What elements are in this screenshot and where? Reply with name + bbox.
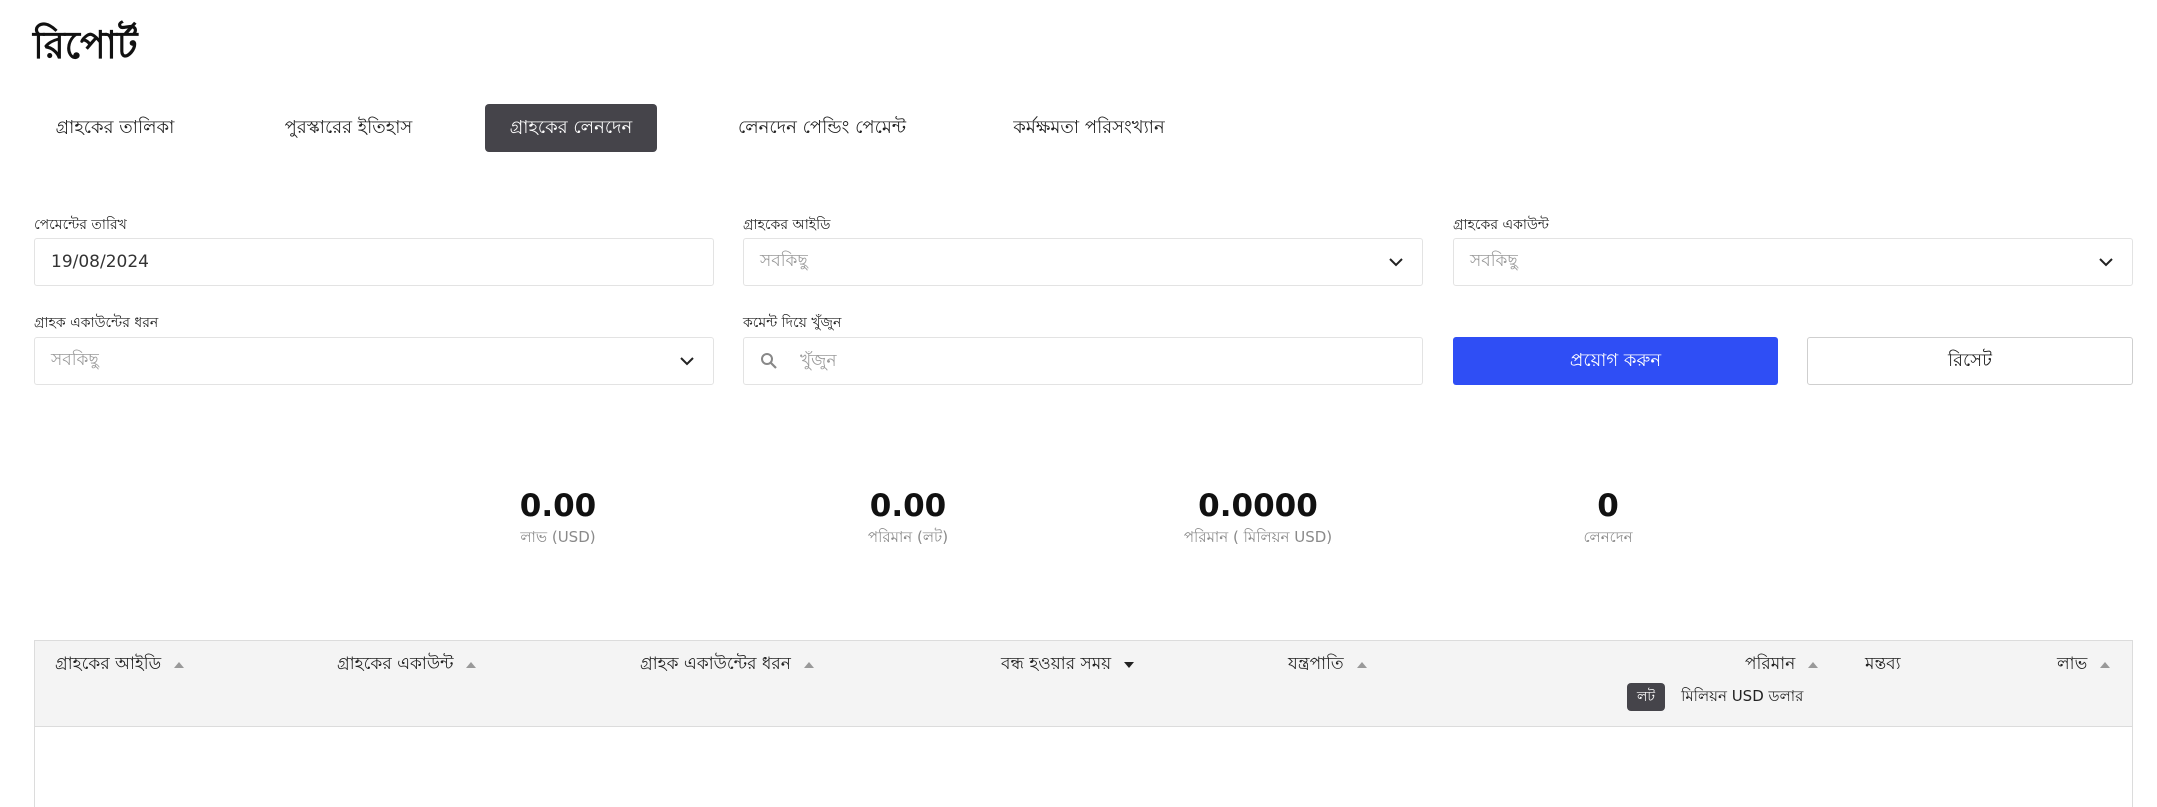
client-id-select[interactable]: সবকিছু	[743, 238, 1423, 286]
chevron-down-icon	[680, 357, 694, 366]
unit-lot-badge[interactable]: লট	[1627, 683, 1666, 711]
client-id-placeholder: সবকিছু	[760, 251, 808, 271]
payment-date-value: 19/08/2024	[51, 252, 149, 272]
tab-client-transactions[interactable]: গ্রাহকের লেনদেন	[485, 104, 657, 152]
column-label: লাভ	[2057, 654, 2088, 674]
column-header-client-id[interactable]: গ্রাহকের আইডি	[55, 651, 185, 679]
client-account-label: গ্রাহকের একাউন্ট	[1453, 217, 1549, 233]
stat-profit-label: লাভ (USD)	[520, 528, 596, 546]
chevron-down-icon	[2099, 258, 2113, 267]
column-header-instrument[interactable]: যন্ত্রপাতি	[1288, 651, 1368, 679]
column-header-profit[interactable]: লাভ	[2057, 651, 2111, 679]
payment-date-label: পেমেন্টের তারিখ	[34, 217, 127, 233]
report-tabs: গ্রাহকের তালিকা পুরস্কারের ইতিহাস গ্রাহক…	[34, 104, 1171, 152]
comment-search-field[interactable]	[743, 337, 1423, 385]
unit-million-usd[interactable]: মিলিয়ন USD ডলার	[1681, 685, 1803, 710]
account-type-placeholder: সবকিছু	[51, 350, 99, 370]
client-id-label: গ্রাহকের আইডি	[743, 217, 831, 233]
column-label: গ্রাহক একাউন্টের ধরন	[640, 654, 791, 674]
stat-profit: 0.00 লাভ (USD)	[458, 488, 658, 551]
stat-volume-lot: 0.00 পরিমান (লট)	[808, 488, 1008, 551]
stat-profit-value: 0.00	[519, 488, 597, 524]
apply-button[interactable]: প্রয়োগ করুন	[1453, 337, 1778, 385]
sort-asc-icon	[174, 662, 185, 668]
client-account-select[interactable]: সবকিছু	[1453, 238, 2133, 286]
page-title: রিপোর্ট	[33, 23, 138, 67]
comment-search-input[interactable]	[800, 351, 1406, 371]
search-icon	[761, 353, 777, 369]
column-header-client-account[interactable]: গ্রাহকের একাউন্ট	[337, 651, 477, 679]
volume-unit-toggle: লট মিলিয়ন USD ডলার	[1627, 683, 1803, 711]
sort-asc-icon	[1808, 662, 1819, 668]
transactions-table: গ্রাহকের আইডি গ্রাহকের একাউন্ট গ্রাহক এক…	[34, 640, 2133, 807]
column-header-close-time[interactable]: বন্ধ হওয়ার সময়	[1001, 651, 1135, 679]
tab-pending-payment[interactable]: লেনদেন পেন্ডিং পেমেন্ট	[714, 104, 930, 152]
column-label: বন্ধ হওয়ার সময়	[1001, 654, 1112, 674]
sort-asc-icon	[803, 662, 814, 668]
stat-volume-lot-value: 0.00	[869, 488, 947, 524]
tab-reward-history[interactable]: পুরস্কারের ইতিহাস	[266, 104, 431, 152]
column-label: যন্ত্রপাতি	[1288, 654, 1344, 674]
account-type-label: গ্রাহক একাউন্টের ধরন	[34, 315, 159, 331]
column-label: মন্তব্য	[1865, 654, 1901, 674]
sort-asc-icon	[466, 662, 477, 668]
chevron-down-icon	[1389, 258, 1403, 267]
sort-asc-icon	[2100, 662, 2111, 668]
sort-desc-icon	[1124, 662, 1135, 668]
stat-volume-musd-value: 0.0000	[1198, 488, 1318, 524]
comment-search-label: কমেন্ট দিয়ে খুঁজুন	[743, 315, 842, 331]
column-label: পরিমান	[1745, 654, 1796, 674]
column-label: গ্রাহকের আইডি	[55, 654, 162, 674]
reset-button[interactable]: রিসেট	[1807, 337, 2133, 385]
column-header-comment: মন্তব্য	[1865, 651, 1901, 679]
account-type-select[interactable]: সবকিছু	[34, 337, 714, 385]
stat-transactions-label: লেনদেন	[1583, 528, 1633, 546]
table-header: গ্রাহকের আইডি গ্রাহকের একাউন্ট গ্রাহক এক…	[35, 641, 2132, 727]
stat-transactions-value: 0	[1597, 488, 1619, 524]
stat-volume-lot-label: পরিমান (লট)	[867, 528, 949, 546]
tab-performance-stats[interactable]: কর্মক্ষমতা পরিসংখ্যান	[1007, 104, 1171, 152]
stat-volume-musd-label: পরিমান ( মিলিয়ন USD)	[1183, 528, 1333, 546]
column-header-volume[interactable]: পরিমান	[1745, 651, 1819, 679]
payment-date-field[interactable]: 19/08/2024	[34, 238, 714, 286]
stat-volume-musd: 0.0000 পরিমান ( মিলিয়ন USD)	[1158, 488, 1358, 551]
tab-client-list[interactable]: গ্রাহকের তালিকা	[34, 104, 196, 152]
column-label: গ্রাহকের একাউন্ট	[337, 654, 454, 674]
column-header-account-type[interactable]: গ্রাহক একাউন্টের ধরন	[640, 651, 815, 679]
sort-asc-icon	[1356, 662, 1367, 668]
stat-transactions: 0 লেনদেন	[1508, 488, 1708, 551]
client-account-placeholder: সবকিছু	[1470, 251, 1518, 271]
